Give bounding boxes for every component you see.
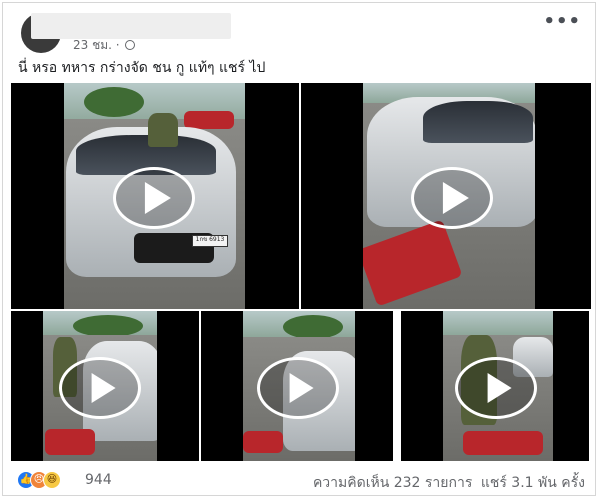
video-4[interactable] xyxy=(201,311,393,461)
post-footer: 👍 😠 😆 944 ความคิดเห็น 232 รายการ แชร์ 3.… xyxy=(3,461,597,495)
post-caption: นี่ หรอ ทหาร กร่างจัด ชน กู แท้ๆ แชร์ ไป xyxy=(18,60,266,76)
play-icon[interactable] xyxy=(113,167,195,229)
video-1[interactable]: 1กข 6913 xyxy=(11,83,299,309)
post-stats: ความคิดเห็น 232 รายการ แชร์ 3.1 พัน ครั้… xyxy=(309,472,585,494)
globe-icon xyxy=(125,40,136,50)
video-2[interactable] xyxy=(301,83,591,309)
separator: · xyxy=(115,38,120,52)
license-plate: 1กข 6913 xyxy=(192,235,228,247)
more-options-button[interactable]: ••• xyxy=(543,11,581,32)
post-timestamp[interactable]: 23 ชม. · xyxy=(73,36,136,55)
video-5[interactable] xyxy=(401,311,589,461)
play-icon[interactable] xyxy=(59,357,141,419)
time-label: 23 ชม. xyxy=(73,38,112,52)
play-icon[interactable] xyxy=(455,357,537,419)
share-count[interactable]: แชร์ 3.1 พัน ครั้ง xyxy=(481,475,585,491)
video-3[interactable] xyxy=(11,311,199,461)
reaction-count[interactable]: 944 xyxy=(85,472,112,488)
haha-icon: 😆 xyxy=(43,471,61,489)
comment-count[interactable]: ความคิดเห็น 232 รายการ xyxy=(313,475,472,491)
play-icon[interactable] xyxy=(411,167,493,229)
facebook-post: 23 ชม. · ••• นี่ หรอ ทหาร กร่างจัด ชน กู… xyxy=(2,2,596,496)
play-icon[interactable] xyxy=(257,357,339,419)
